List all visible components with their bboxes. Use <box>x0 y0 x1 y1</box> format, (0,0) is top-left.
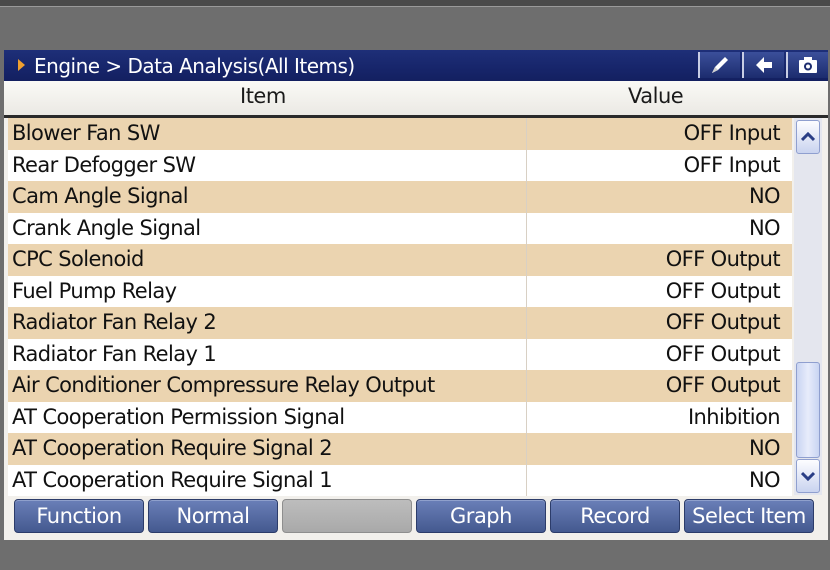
chevron-up-icon <box>801 132 815 142</box>
table-row[interactable]: AT Cooperation Require Signal 2 NO <box>8 433 792 465</box>
table-row[interactable]: Rear Defogger SW OFF Input <box>8 149 792 181</box>
table-row[interactable]: Fuel Pump Relay OFF Output <box>8 275 792 307</box>
chevron-down-icon <box>801 471 815 481</box>
item-value: NO <box>748 436 781 460</box>
item-value: OFF Input <box>683 152 781 177</box>
column-divider <box>526 275 527 307</box>
item-name: Radiator Fan Relay 1 <box>12 341 217 366</box>
table-row[interactable]: CPC Solenoid OFF Output <box>8 244 792 276</box>
item-value: OFF Output <box>665 278 781 303</box>
item-value: NO <box>748 215 781 240</box>
scrollbar-thumb[interactable] <box>796 362 820 458</box>
column-divider <box>526 338 527 370</box>
column-divider <box>526 181 527 213</box>
item-name: CPC Solenoid <box>12 247 144 271</box>
title-bar: Engine > Data Analysis(All Items) <box>4 50 828 81</box>
data-table: Blower Fan SW OFF Input Rear Defogger SW… <box>8 118 792 496</box>
top-frame-bar <box>0 0 830 7</box>
breadcrumb-arrow-icon <box>18 59 25 71</box>
table-row[interactable]: Air Conditioner Compressure Relay Output… <box>8 370 792 402</box>
table-row[interactable]: Crank Angle Signal NO <box>8 212 792 244</box>
column-header: Item Value <box>4 81 828 118</box>
column-header-value: Value <box>628 84 684 108</box>
item-value: NO <box>748 467 781 492</box>
column-divider <box>526 433 527 465</box>
column-divider <box>526 370 527 402</box>
item-name: Rear Defogger SW <box>12 152 196 177</box>
back-arrow-icon <box>756 57 772 73</box>
data-analysis-window: Engine > Data Analysis(All Items) Item V… <box>4 50 828 540</box>
column-header-item: Item <box>240 84 286 108</box>
bottom-frame-bar <box>0 540 830 570</box>
item-name: Cam Angle Signal <box>12 184 189 208</box>
table-row[interactable]: Blower Fan SW OFF Input <box>8 118 792 150</box>
item-value: NO <box>748 184 781 208</box>
item-value: OFF Output <box>665 341 781 366</box>
column-divider <box>526 244 527 276</box>
column-divider <box>526 464 527 496</box>
item-name: Fuel Pump Relay <box>12 278 177 303</box>
item-name: AT Cooperation Permission Signal <box>12 404 345 429</box>
column-divider <box>526 212 527 244</box>
column-divider <box>526 401 527 433</box>
item-name: Crank Angle Signal <box>12 215 201 240</box>
item-name: AT Cooperation Require Signal 1 <box>12 467 333 492</box>
table-row[interactable]: Cam Angle Signal NO <box>8 181 792 213</box>
normal-button[interactable]: Normal <box>148 499 278 533</box>
function-button[interactable]: Function <box>14 499 144 533</box>
pen-button[interactable] <box>698 52 740 78</box>
item-value: OFF Output <box>665 247 781 271</box>
item-name: AT Cooperation Require Signal 2 <box>12 436 333 460</box>
scroll-down-button[interactable] <box>796 459 820 493</box>
column-divider <box>526 149 527 181</box>
select-item-button[interactable]: Select Item <box>684 499 814 533</box>
table-row[interactable]: Radiator Fan Relay 2 OFF Output <box>8 307 792 339</box>
item-name: Air Conditioner Compressure Relay Output <box>12 373 435 397</box>
pen-icon <box>712 57 728 73</box>
item-name: Radiator Fan Relay 2 <box>12 310 217 334</box>
column-divider <box>526 118 527 150</box>
graph-button[interactable]: Graph <box>416 499 546 533</box>
camera-icon <box>799 57 817 73</box>
item-name: Blower Fan SW <box>12 121 160 145</box>
page-title: Engine > Data Analysis(All Items) <box>34 54 355 78</box>
table-row[interactable]: AT Cooperation Require Signal 1 NO <box>8 464 792 496</box>
function-toolbar: Function Normal Graph Record Select Item <box>14 499 828 537</box>
table-row[interactable]: Radiator Fan Relay 1 OFF Output <box>8 338 792 370</box>
column-divider <box>526 307 527 339</box>
vertical-scrollbar[interactable] <box>794 118 822 495</box>
empty-button <box>282 499 412 533</box>
scroll-up-button[interactable] <box>796 120 820 154</box>
record-button[interactable]: Record <box>550 499 680 533</box>
item-value: OFF Output <box>665 373 781 397</box>
camera-button[interactable] <box>786 52 828 78</box>
back-button[interactable] <box>742 52 784 78</box>
item-value: OFF Input <box>683 121 781 145</box>
table-row[interactable]: AT Cooperation Permission Signal Inhibit… <box>8 401 792 433</box>
item-value: OFF Output <box>665 310 781 334</box>
item-value: Inhibition <box>687 404 781 429</box>
